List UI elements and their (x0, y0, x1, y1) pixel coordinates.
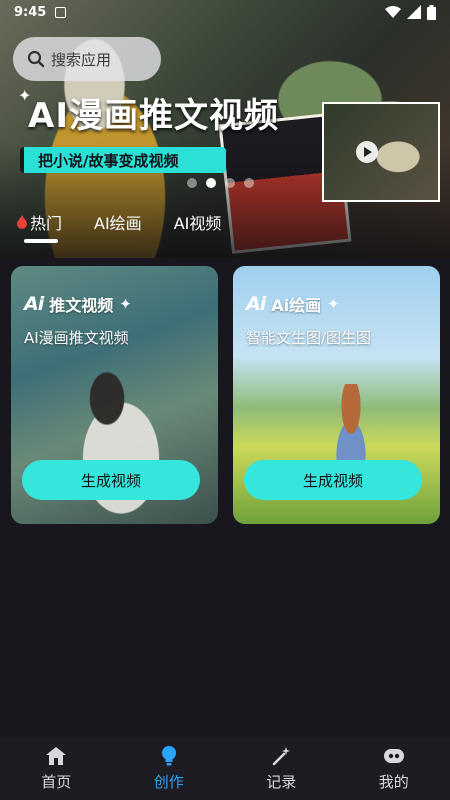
ai-logo-icon: Ai (246, 293, 266, 315)
ai-logo-icon: Ai (24, 293, 44, 315)
card-description: AI漫画推文视频 (24, 329, 129, 347)
generate-video-button[interactable]: 生成视频 (22, 460, 200, 500)
nav-create[interactable]: 创作 (129, 745, 209, 792)
bottom-navigation: 首页 创作 记录 我的 (0, 737, 450, 800)
card-description: 智能文生图/图生图 (246, 329, 372, 347)
sparkle-icon: ✦ (327, 295, 340, 313)
banner-subtitle: 把小说/故事变成视频 (20, 147, 226, 173)
category-tabs: 热门 AI绘画 AI视频 (17, 210, 221, 234)
carousel-dot[interactable] (244, 178, 254, 188)
signal-icon (407, 5, 421, 19)
tab-ai-painting-label: AI绘画 (94, 214, 142, 233)
tab-hot[interactable]: 热门 (17, 210, 62, 234)
carousel-dot-active[interactable] (206, 178, 216, 188)
card-title: Ai绘画 (271, 296, 322, 315)
search-placeholder: 搜索应用 (51, 50, 112, 69)
play-icon[interactable] (356, 141, 378, 163)
card-title: 推文视频 (49, 296, 114, 315)
banner-title: AI漫画推文视频 (28, 96, 279, 136)
sparkle-icon: ✦ (119, 295, 132, 313)
flame-icon (17, 215, 27, 229)
carousel-dot[interactable] (187, 178, 197, 188)
carousel-indicator (187, 178, 254, 188)
battery-icon (427, 4, 436, 20)
search-input[interactable]: 搜索应用 (13, 37, 161, 81)
status-time: 9:45 (14, 4, 47, 20)
search-icon (27, 50, 45, 68)
home-icon (45, 745, 67, 767)
nav-home[interactable]: 首页 (16, 745, 96, 792)
profile-icon (383, 745, 405, 767)
nav-records[interactable]: 记录 (241, 745, 321, 792)
nav-home-label: 首页 (41, 773, 72, 791)
nav-profile-label: 我的 (378, 773, 409, 791)
tab-ai-video-label: AI视频 (173, 214, 222, 233)
card-ai-painting[interactable]: Ai Ai绘画 ✦ 智能文生图/图生图 生成视频 (233, 266, 440, 524)
tab-hot-label: 热门 (30, 214, 63, 233)
notification-icon (55, 6, 67, 18)
generate-video-button[interactable]: 生成视频 (244, 460, 422, 500)
status-bar: 9:45 (0, 0, 450, 24)
nav-records-label: 记录 (266, 773, 297, 791)
wifi-icon (385, 6, 401, 18)
bulb-icon (158, 745, 180, 767)
nav-create-label: 创作 (153, 773, 184, 791)
carousel-dot[interactable] (225, 178, 235, 188)
magic-wand-icon (270, 745, 292, 767)
nav-profile[interactable]: 我的 (354, 745, 434, 792)
tab-active-indicator (24, 239, 58, 243)
tab-ai-painting[interactable]: AI绘画 (94, 210, 142, 234)
card-tweet-video[interactable]: Ai 推文视频 ✦ AI漫画推文视频 生成视频 (11, 266, 218, 524)
tab-ai-video[interactable]: AI视频 (174, 210, 222, 234)
banner-video-thumbnail (322, 102, 440, 202)
